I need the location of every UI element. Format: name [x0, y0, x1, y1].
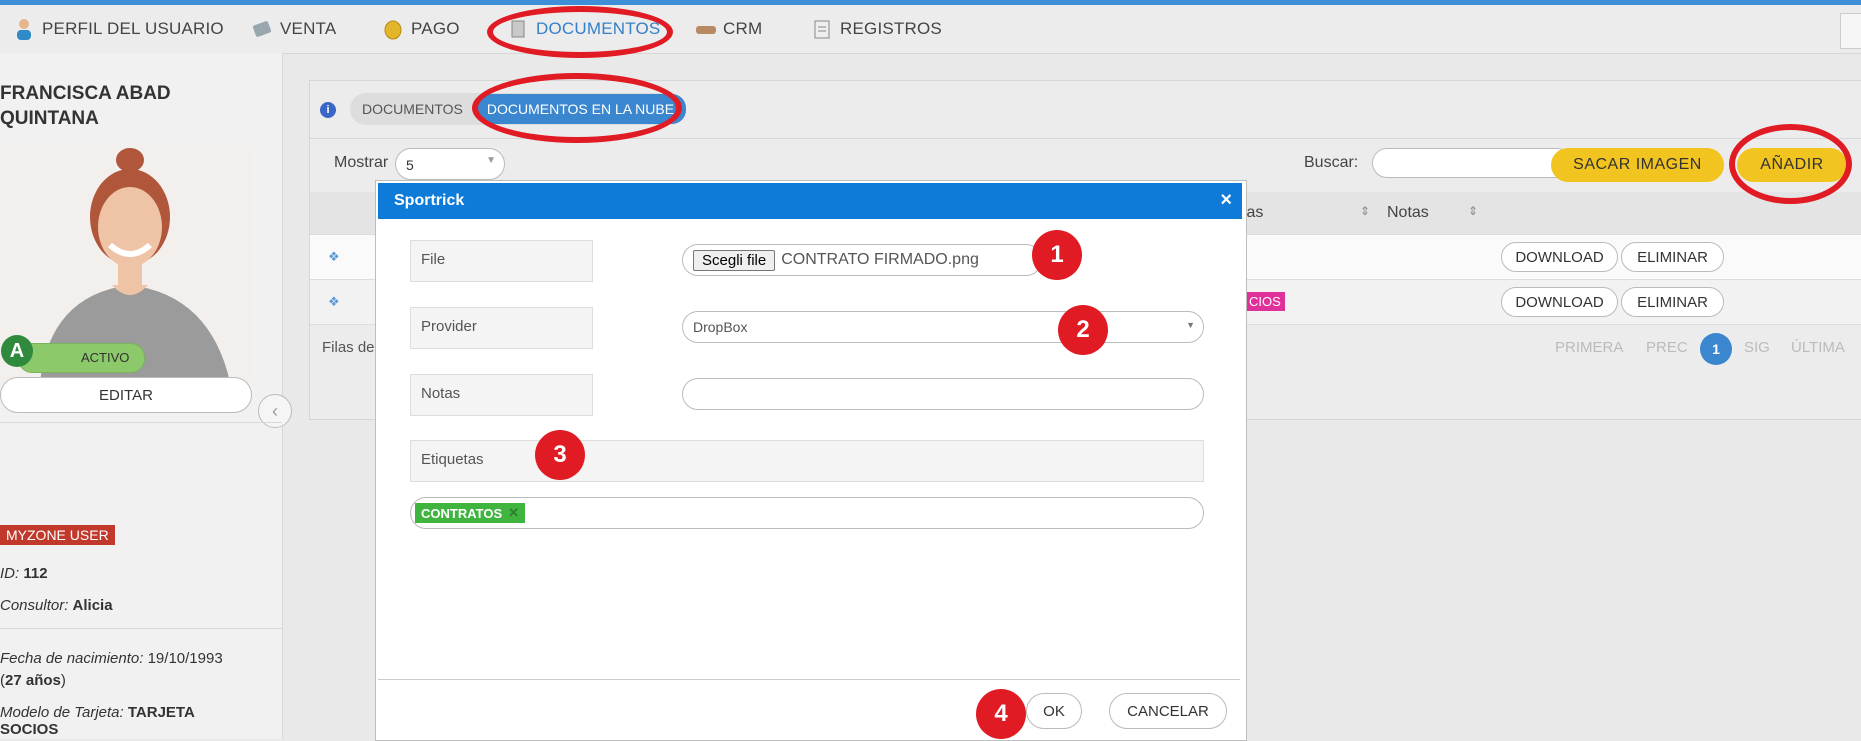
divider — [0, 422, 282, 423]
avatar-letter: A — [1, 335, 33, 367]
chevron-down-icon: ▼ — [486, 155, 496, 166]
provider-select[interactable]: DropBox ▼ — [682, 311, 1204, 343]
dropbox-icon: ❖ — [328, 294, 340, 309]
sort-icon[interactable]: ⇕ — [1468, 204, 1478, 218]
sale-icon — [252, 18, 272, 40]
nav-perfil-del-usuario[interactable]: PERFIL DEL USUARIO — [14, 5, 224, 53]
nav-crm[interactable]: CRM — [695, 5, 762, 53]
nav-label: CRM — [723, 19, 763, 38]
upload-modal: Sportrick × File Scegli file CONTRATO FI… — [375, 180, 1247, 741]
nav-venta[interactable]: VENTA — [252, 5, 336, 53]
user-sidebar: FRANCISCA ABAD QUINTANA ACTIVO A ‹ EDITA… — [0, 53, 292, 739]
annotation-badge-2: 2 — [1058, 305, 1108, 355]
document-tabs: DOCUMENTOS DOCUMENTOS EN LA NUBE — [350, 93, 687, 125]
nav-registros[interactable]: REGISTROS — [812, 5, 942, 53]
user-icon — [14, 18, 34, 40]
cancel-button[interactable]: CANCELAR — [1109, 693, 1227, 729]
take-picture-button[interactable]: SACAR IMAGEN — [1551, 148, 1724, 182]
rows-per-page-value: 5 — [406, 157, 414, 173]
pager-last[interactable]: ÚLTIMA — [1791, 339, 1845, 356]
provider-label: Provider — [410, 307, 593, 349]
nav-label: REGISTROS — [840, 19, 942, 38]
tag-chip-label: CONTRATOS — [421, 505, 503, 521]
status-text: ACTIVO — [81, 350, 130, 365]
file-input[interactable]: Scegli file CONTRATO FIRMADO.png — [682, 244, 1042, 276]
notes-label: Notas — [410, 374, 593, 416]
nav-label: DOCUMENTOS — [536, 19, 661, 38]
nav-label: PAGO — [411, 19, 460, 38]
user-consultor: Consultor: Alicia — [0, 597, 113, 614]
divider — [310, 138, 1861, 139]
user-tag-badge: MYZONE USER — [0, 525, 115, 545]
column-header-notas[interactable]: Notas — [1387, 204, 1429, 222]
user-id: ID: 112 — [0, 565, 48, 582]
tag-badge: CIOS — [1245, 292, 1285, 311]
tag-chip: CONTRATOS ✕ — [415, 503, 526, 523]
tags-input[interactable]: CONTRATOS ✕ — [410, 497, 1204, 529]
nav-pago[interactable]: PAGO — [383, 5, 460, 53]
provider-value: DropBox — [693, 319, 748, 335]
close-icon[interactable]: × — [1220, 189, 1232, 212]
info-icon[interactable]: i — [320, 102, 336, 118]
user-card-model: Modelo de Tarjeta: TARJETA SOCIOS — [0, 704, 195, 738]
edit-button[interactable]: EDITAR — [0, 377, 252, 413]
handshake-icon — [695, 18, 716, 40]
nav-label: VENTA — [280, 19, 337, 38]
user-age: (27 años) — [0, 672, 66, 689]
search-label: Buscar: — [1304, 154, 1359, 171]
dropbox-icon: ❖ — [328, 249, 340, 264]
coin-icon — [383, 18, 403, 40]
chevron-left-icon: ‹ — [272, 400, 278, 421]
tab-documentos-en-la-nube[interactable]: DOCUMENTOS EN LA NUBE — [474, 94, 687, 124]
chevron-down-icon: ▼ — [1186, 320, 1195, 330]
tags-label: Etiquetas — [410, 440, 1204, 482]
sort-icon[interactable]: ⇕ — [1360, 204, 1370, 218]
delete-button[interactable]: ELIMINAR — [1621, 242, 1724, 272]
choose-file-button[interactable]: Scegli file — [693, 249, 776, 271]
pager-first[interactable]: PRIMERA — [1555, 339, 1623, 356]
log-icon — [812, 18, 832, 40]
modal-footer-divider — [378, 679, 1240, 680]
annotation-badge-3: 3 — [535, 430, 585, 480]
delete-button[interactable]: ELIMINAR — [1621, 287, 1724, 317]
divider — [0, 628, 282, 629]
annotation-badge-4: 4 — [976, 689, 1026, 739]
pager-prev[interactable]: PREC — [1646, 339, 1688, 356]
pin-button[interactable] — [1840, 13, 1861, 49]
file-label: File — [410, 240, 593, 282]
modal-title: Sportrick — [394, 192, 465, 209]
status-badge: ACTIVO — [18, 343, 145, 373]
file-name: CONTRATO FIRMADO.png — [781, 251, 979, 268]
modal-header: Sportrick × — [378, 183, 1242, 219]
nav-documentos[interactable]: DOCUMENTOS — [508, 5, 660, 53]
search-input[interactable] — [1372, 148, 1572, 178]
annotation-badge-1: 1 — [1032, 230, 1082, 280]
ok-button[interactable]: OK — [1026, 693, 1082, 729]
notes-input[interactable] — [682, 378, 1204, 410]
nav-label: PERFIL DEL USUARIO — [42, 19, 224, 38]
pager-current[interactable]: 1 — [1700, 333, 1732, 365]
remove-tag-icon[interactable]: ✕ — [508, 505, 519, 521]
tab-documentos[interactable]: DOCUMENTOS — [350, 94, 475, 124]
pager-next[interactable]: SIG — [1744, 339, 1770, 356]
document-icon — [508, 18, 528, 40]
rows-per-page-select[interactable]: 5 ▼ — [395, 148, 505, 180]
download-button[interactable]: DOWNLOAD — [1501, 242, 1618, 272]
user-name: FRANCISCA ABAD QUINTANA — [0, 83, 171, 129]
rows-info: Filas de — [322, 339, 375, 356]
top-navigation: PERFIL DEL USUARIO VENTA PAGO DOCUMENTOS… — [0, 5, 1861, 54]
download-button[interactable]: DOWNLOAD — [1501, 287, 1618, 317]
user-birthdate: Fecha de nacimiento: 19/10/1993 — [0, 650, 223, 667]
show-label: Mostrar — [334, 154, 389, 171]
add-button[interactable]: AÑADIR — [1737, 148, 1847, 182]
